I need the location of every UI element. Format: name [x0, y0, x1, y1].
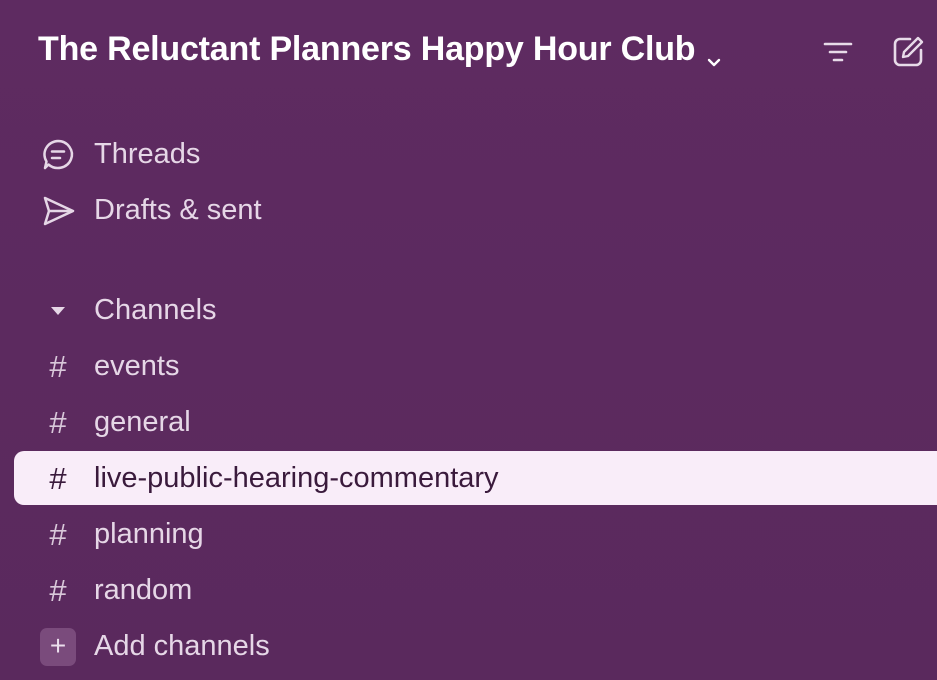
channels-section-label: Channels	[94, 294, 217, 326]
hash-icon: #	[40, 518, 76, 552]
hash-glyph: #	[49, 461, 67, 496]
sidebar-item-label: Drafts & sent	[94, 194, 262, 226]
sidebar-item-drafts[interactable]: Drafts & sent	[0, 183, 937, 237]
channel-label: planning	[94, 518, 204, 550]
sidebar: The Reluctant Planners Happy Hour Club T…	[0, 0, 937, 680]
sidebar-item-label: Threads	[94, 138, 201, 170]
hash-icon: #	[40, 350, 76, 384]
sidebar-item-threads[interactable]: Threads	[0, 127, 937, 181]
channel-label: general	[94, 406, 191, 438]
channel-label: events	[94, 350, 180, 382]
add-channels-button[interactable]: + Add channels	[0, 619, 937, 673]
hash-glyph: #	[49, 405, 67, 440]
plus-icon: +	[40, 628, 76, 666]
hash-icon: #	[40, 406, 76, 440]
sidebar-header: The Reluctant Planners Happy Hour Club	[0, 0, 937, 104]
sidebar-item-channel[interactable]: # events	[0, 339, 937, 393]
sidebar-item-channel-selected[interactable]: # live-public-hearing-commentary	[14, 451, 937, 505]
channel-label: live-public-hearing-commentary	[94, 462, 499, 494]
channels-section-toggle[interactable]: Channels	[0, 283, 937, 337]
hash-icon: #	[40, 462, 76, 496]
hash-glyph: #	[49, 573, 67, 608]
filter-icon[interactable]	[820, 34, 856, 70]
threads-icon	[40, 138, 76, 172]
workspace-name: The Reluctant Planners Happy Hour Club	[38, 30, 696, 68]
workspace-menu-button[interactable]: The Reluctant Planners Happy Hour Club	[38, 30, 723, 69]
sidebar-item-channel[interactable]: # general	[0, 395, 937, 449]
plus-glyph: +	[40, 628, 76, 666]
hash-glyph: #	[49, 517, 67, 552]
sidebar-item-channel[interactable]: # planning	[0, 507, 937, 561]
chevron-down-icon	[705, 41, 723, 66]
hash-icon: #	[40, 574, 76, 608]
hash-glyph: #	[49, 349, 67, 384]
compose-icon[interactable]	[890, 34, 926, 70]
add-channels-label: Add channels	[94, 630, 270, 662]
sidebar-item-channel[interactable]: # random	[0, 563, 937, 617]
channel-label: random	[94, 574, 193, 606]
send-icon	[40, 194, 76, 228]
caret-down-icon	[40, 294, 76, 328]
